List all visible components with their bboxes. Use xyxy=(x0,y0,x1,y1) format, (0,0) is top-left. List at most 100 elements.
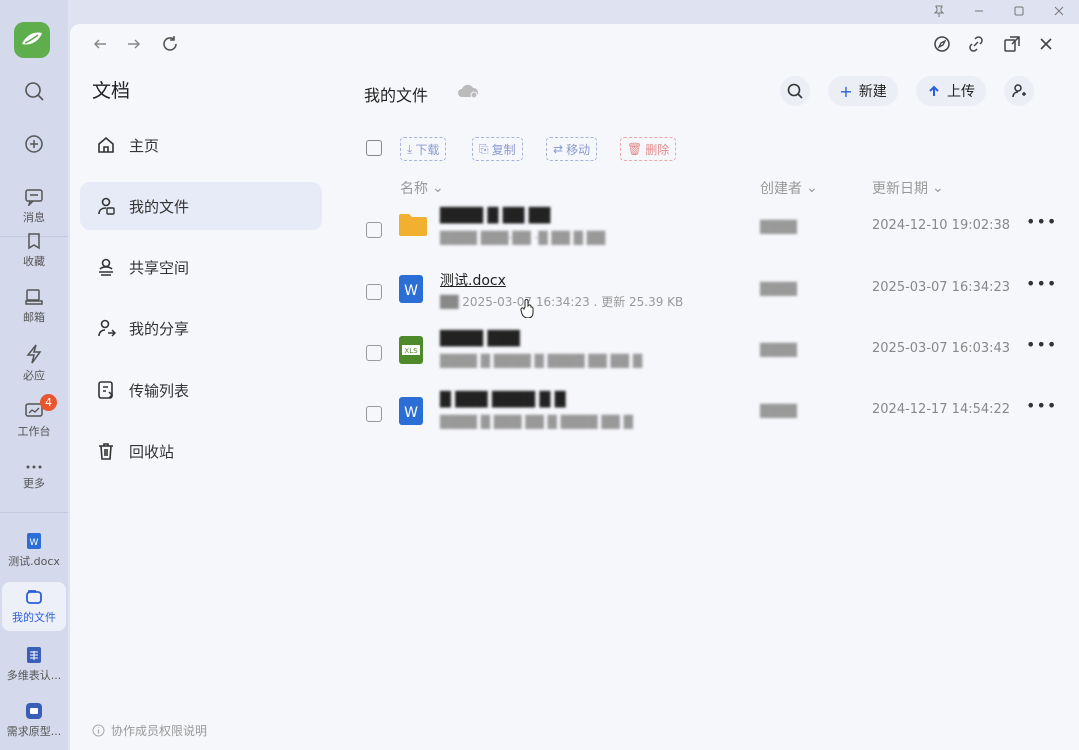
forward-button[interactable] xyxy=(124,34,144,54)
select-all-checkbox[interactable] xyxy=(366,140,382,156)
rail-label: 测试.docx xyxy=(8,555,60,568)
sidebar-item-label: 共享空间 xyxy=(129,258,190,277)
refresh-button[interactable] xyxy=(160,34,180,54)
table-row[interactable]: ████ █ ██ ██ ████ ███·██ ·█ ██ █ ██ ████… xyxy=(360,200,1060,258)
shared-space-icon xyxy=(99,258,113,276)
row-checkbox[interactable] xyxy=(366,222,382,238)
file-meta-owner: ██ xyxy=(440,295,459,309)
app-logo[interactable] xyxy=(14,22,50,58)
file-meta-text: 2025-03-07 16:34:23 . 更新 25.39 KB xyxy=(462,295,684,309)
transfer-list-icon xyxy=(98,381,114,399)
close-icon xyxy=(1040,38,1052,50)
file-name[interactable]: 测试.docx xyxy=(440,270,506,290)
row-checkbox[interactable] xyxy=(366,406,382,422)
trash-icon: 🗑 xyxy=(627,142,643,156)
main-panel: 文档 主页 我的文件 共享空间 我的分享 传输列表 回收站 协作成员权限说明 我… xyxy=(70,24,1079,750)
pin-icon[interactable] xyxy=(919,0,959,22)
file-owner: ████ xyxy=(760,404,797,418)
rail-label: 收藏 xyxy=(23,255,45,268)
sidebar-item-my-shares[interactable]: 我的分享 xyxy=(80,304,322,352)
sidebar-item-transfers[interactable]: 传输列表 xyxy=(80,366,322,414)
row-more-button[interactable]: ••• xyxy=(1026,335,1057,354)
rail-item-mail[interactable]: 邮箱 xyxy=(0,288,68,325)
search-button[interactable] xyxy=(780,76,810,106)
lightning-icon xyxy=(26,344,42,364)
compass-button[interactable] xyxy=(932,34,952,54)
rail-divider xyxy=(0,512,68,513)
upload-label: 上传 xyxy=(947,84,975,100)
file-name[interactable]: ████ ███ xyxy=(440,331,520,347)
sidebar-item-my-files[interactable]: 我的文件 xyxy=(80,182,322,230)
rail-item-recent-doc[interactable]: W 测试.docx xyxy=(0,532,68,569)
rail-item-message[interactable]: 消息 xyxy=(0,188,68,225)
row-more-button[interactable]: ••• xyxy=(1026,274,1057,293)
member-button[interactable] xyxy=(1004,76,1034,106)
rail-search-button[interactable] xyxy=(0,80,68,105)
sidebar-item-label: 主页 xyxy=(129,136,160,155)
file-meta: ████ ███·██ ·█ ██ █ ██ xyxy=(440,231,606,245)
delete-button[interactable]: 🗑 删除 xyxy=(620,137,677,161)
permission-help-text: 协作成员权限说明 xyxy=(111,724,208,738)
table-row[interactable]: XLS ████ ███ ████ █ ████ █ ████ ██ ██ █ … xyxy=(360,323,1060,381)
rail-label: 我的文件 xyxy=(12,611,56,624)
sidebar-item-home[interactable]: 主页 xyxy=(80,121,322,169)
column-header-name[interactable]: 名称 ⌄ xyxy=(400,178,444,198)
new-label: 新建 xyxy=(858,84,887,100)
rail-item-favorites[interactable]: 收藏 xyxy=(0,232,68,269)
download-button[interactable]: ⤓ 下载 xyxy=(400,137,447,161)
copy-button[interactable]: ⎘ 复制 xyxy=(472,137,523,161)
rail-add-button[interactable] xyxy=(0,133,68,158)
row-more-button[interactable]: ••• xyxy=(1026,212,1057,231)
row-checkbox[interactable] xyxy=(366,284,382,300)
hand-cursor-icon xyxy=(520,298,536,322)
upload-button[interactable]: 上传 xyxy=(916,76,986,106)
file-meta: ████ █ ████ █ ████ ██ ██ █ xyxy=(440,354,643,368)
rail-label: 多维表认... xyxy=(6,669,62,682)
column-header-updated[interactable]: 更新日期 ⌄ xyxy=(872,178,944,198)
rail-item-apps[interactable]: 必应 xyxy=(0,344,68,383)
table-row[interactable]: W █ ███ ████ █ █ ████ █ ███ ██ █ ████ ██… xyxy=(360,384,1060,442)
rail-item-my-files[interactable]: 我的文件 xyxy=(2,582,66,631)
link-icon xyxy=(969,36,983,52)
svg-text:XLS: XLS xyxy=(404,347,418,355)
copy-link-button[interactable] xyxy=(966,34,986,54)
file-owner: ████ xyxy=(760,220,797,234)
close-window-icon[interactable] xyxy=(1039,0,1079,22)
move-button[interactable]: ⇄ 移动 xyxy=(546,137,598,161)
rail-label: 邮箱 xyxy=(23,311,45,324)
permission-help-link[interactable]: 协作成员权限说明 xyxy=(92,722,207,739)
row-more-button[interactable]: ••• xyxy=(1026,396,1057,415)
rail-label: 必应 xyxy=(23,369,45,382)
notification-badge: 4 xyxy=(40,394,57,411)
maximize-icon[interactable] xyxy=(999,0,1039,22)
close-tab-button[interactable] xyxy=(1036,34,1056,54)
new-button[interactable]: + 新建 xyxy=(828,76,898,106)
sidebar-item-label: 我的分享 xyxy=(129,319,190,338)
rail-label: 工作台 xyxy=(17,425,51,438)
column-header-creator[interactable]: 创建者 ⌄ xyxy=(760,178,818,198)
rail-item-requirement[interactable]: 需求原型... xyxy=(0,702,68,739)
sidebar-item-label: 回收站 xyxy=(129,442,175,461)
user-settings-icon xyxy=(1012,84,1026,98)
file-name[interactable]: █ ███ ████ █ █ xyxy=(440,392,565,408)
column-label: 更新日期 xyxy=(872,181,928,197)
back-button[interactable] xyxy=(90,34,110,54)
row-checkbox[interactable] xyxy=(366,345,382,361)
rail-item-workbench[interactable]: 工作台 4 xyxy=(0,394,68,439)
rail-item-more[interactable]: 更多 xyxy=(0,462,68,491)
file-meta: ██ 2025-03-07 16:34:23 . 更新 25.39 KB xyxy=(440,293,683,310)
open-new-window-button[interactable] xyxy=(1002,34,1022,54)
file-owner: ████ xyxy=(760,282,797,296)
rail-item-multi-dim[interactable]: 多维表认... xyxy=(0,646,68,683)
file-date: 2025-03-07 16:03:43 xyxy=(872,341,1011,356)
table-row[interactable]: W 测试.docx ██ 2025-03-07 16:34:23 . 更新 25… xyxy=(360,262,1060,320)
sidebar-item-shared-space[interactable]: 共享空间 xyxy=(80,243,322,291)
info-circle-icon xyxy=(92,724,105,737)
home-icon xyxy=(98,136,114,153)
svg-text:W: W xyxy=(404,405,418,421)
sidebar-item-trash[interactable]: 回收站 xyxy=(80,427,322,475)
window-controls xyxy=(919,0,1079,22)
minimize-icon[interactable] xyxy=(959,0,999,22)
cloud-sync-icon[interactable] xyxy=(456,82,480,104)
file-name[interactable]: ████ █ ██ ██ xyxy=(440,208,550,224)
